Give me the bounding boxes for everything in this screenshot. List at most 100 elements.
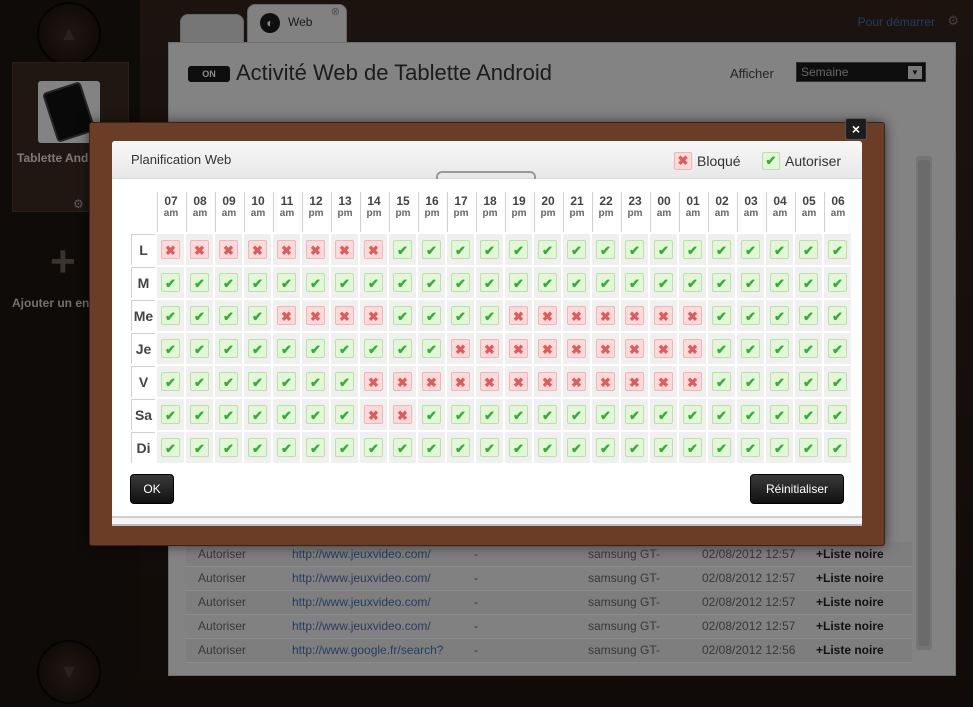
schedule-cell[interactable]: ✔ bbox=[447, 399, 474, 430]
schedule-cell[interactable]: ✔ bbox=[186, 366, 213, 397]
schedule-cell[interactable]: ✔ bbox=[795, 333, 822, 364]
schedule-cell[interactable]: ✔ bbox=[476, 399, 503, 430]
schedule-cell[interactable]: ✖ bbox=[302, 300, 329, 331]
schedule-cell[interactable]: ✔ bbox=[679, 432, 706, 463]
schedule-cell[interactable]: ✔ bbox=[679, 234, 706, 265]
schedule-cell[interactable]: ✔ bbox=[157, 300, 184, 331]
schedule-cell[interactable]: ✔ bbox=[534, 234, 561, 265]
hour-header[interactable]: 20 pm bbox=[534, 192, 561, 232]
schedule-cell[interactable]: ✖ bbox=[650, 333, 677, 364]
schedule-cell[interactable]: ✖ bbox=[505, 300, 532, 331]
schedule-cell[interactable]: ✔ bbox=[737, 234, 764, 265]
schedule-cell[interactable]: ✖ bbox=[679, 366, 706, 397]
schedule-cell[interactable]: ✔ bbox=[447, 267, 474, 298]
schedule-cell[interactable]: ✔ bbox=[766, 432, 793, 463]
hour-header[interactable]: 01 am bbox=[679, 192, 706, 232]
schedule-cell[interactable]: ✔ bbox=[766, 300, 793, 331]
schedule-cell[interactable]: ✔ bbox=[650, 234, 677, 265]
schedule-cell[interactable]: ✔ bbox=[795, 234, 822, 265]
hour-header[interactable]: 00 am bbox=[650, 192, 677, 232]
schedule-cell[interactable]: ✖ bbox=[679, 333, 706, 364]
schedule-cell[interactable]: ✖ bbox=[563, 333, 590, 364]
schedule-cell[interactable]: ✖ bbox=[650, 300, 677, 331]
schedule-cell[interactable]: ✖ bbox=[621, 366, 648, 397]
schedule-cell[interactable]: ✖ bbox=[563, 300, 590, 331]
schedule-cell[interactable]: ✔ bbox=[708, 432, 735, 463]
reset-button[interactable]: Réinitialiser bbox=[750, 474, 844, 504]
schedule-cell[interactable]: ✔ bbox=[331, 333, 358, 364]
schedule-cell[interactable]: ✔ bbox=[186, 267, 213, 298]
schedule-cell[interactable]: ✔ bbox=[737, 366, 764, 397]
hour-header[interactable]: 02 am bbox=[708, 192, 735, 232]
schedule-cell[interactable]: ✔ bbox=[418, 432, 445, 463]
schedule-cell[interactable]: ✖ bbox=[418, 366, 445, 397]
hour-header[interactable]: 08 am bbox=[186, 192, 213, 232]
schedule-cell[interactable]: ✔ bbox=[708, 267, 735, 298]
schedule-cell[interactable]: ✖ bbox=[447, 333, 474, 364]
schedule-cell[interactable]: ✔ bbox=[360, 333, 387, 364]
schedule-cell[interactable]: ✔ bbox=[186, 333, 213, 364]
hour-header[interactable]: 10 am bbox=[244, 192, 271, 232]
schedule-cell[interactable]: ✖ bbox=[360, 234, 387, 265]
schedule-cell[interactable]: ✖ bbox=[592, 333, 619, 364]
schedule-cell[interactable]: ✔ bbox=[244, 432, 271, 463]
schedule-cell[interactable]: ✔ bbox=[418, 267, 445, 298]
schedule-cell[interactable]: ✔ bbox=[737, 267, 764, 298]
schedule-cell[interactable]: ✔ bbox=[476, 432, 503, 463]
schedule-cell[interactable]: ✔ bbox=[215, 333, 242, 364]
schedule-cell[interactable]: ✔ bbox=[563, 234, 590, 265]
schedule-cell[interactable]: ✔ bbox=[766, 267, 793, 298]
schedule-cell[interactable]: ✔ bbox=[389, 333, 416, 364]
schedule-cell[interactable]: ✔ bbox=[418, 333, 445, 364]
schedule-cell[interactable]: ✔ bbox=[795, 399, 822, 430]
schedule-cell[interactable]: ✔ bbox=[186, 300, 213, 331]
schedule-cell[interactable]: ✔ bbox=[215, 399, 242, 430]
schedule-cell[interactable]: ✔ bbox=[737, 432, 764, 463]
schedule-cell[interactable]: ✔ bbox=[824, 366, 851, 397]
schedule-cell[interactable]: ✔ bbox=[708, 300, 735, 331]
schedule-cell[interactable]: ✔ bbox=[766, 366, 793, 397]
schedule-cell[interactable]: ✔ bbox=[157, 267, 184, 298]
schedule-cell[interactable]: ✔ bbox=[273, 333, 300, 364]
schedule-cell[interactable]: ✔ bbox=[795, 432, 822, 463]
hour-header[interactable]: 12 pm bbox=[302, 192, 329, 232]
schedule-cell[interactable]: ✔ bbox=[824, 432, 851, 463]
schedule-cell[interactable]: ✔ bbox=[360, 432, 387, 463]
schedule-cell[interactable]: ✔ bbox=[302, 399, 329, 430]
day-label[interactable]: Di bbox=[131, 432, 155, 463]
schedule-cell[interactable]: ✔ bbox=[650, 267, 677, 298]
schedule-cell[interactable]: ✔ bbox=[476, 234, 503, 265]
schedule-cell[interactable]: ✔ bbox=[447, 432, 474, 463]
schedule-cell[interactable]: ✔ bbox=[505, 432, 532, 463]
schedule-cell[interactable]: ✔ bbox=[273, 432, 300, 463]
schedule-cell[interactable]: ✔ bbox=[447, 300, 474, 331]
schedule-cell[interactable]: ✖ bbox=[331, 300, 358, 331]
day-label[interactable]: Sa bbox=[131, 399, 155, 430]
schedule-cell[interactable]: ✔ bbox=[302, 267, 329, 298]
schedule-cell[interactable]: ✖ bbox=[534, 300, 561, 331]
schedule-cell[interactable]: ✔ bbox=[389, 300, 416, 331]
schedule-cell[interactable]: ✖ bbox=[360, 300, 387, 331]
hour-header[interactable]: 18 pm bbox=[476, 192, 503, 232]
schedule-cell[interactable]: ✔ bbox=[679, 399, 706, 430]
schedule-cell[interactable]: ✖ bbox=[534, 333, 561, 364]
schedule-cell[interactable]: ✔ bbox=[244, 333, 271, 364]
hour-header[interactable]: 23 pm bbox=[621, 192, 648, 232]
day-label[interactable]: Je bbox=[131, 333, 155, 364]
schedule-cell[interactable]: ✔ bbox=[650, 399, 677, 430]
schedule-cell[interactable]: ✔ bbox=[505, 399, 532, 430]
schedule-cell[interactable]: ✔ bbox=[302, 432, 329, 463]
schedule-cell[interactable]: ✔ bbox=[418, 399, 445, 430]
schedule-cell[interactable]: ✔ bbox=[389, 267, 416, 298]
schedule-cell[interactable]: ✔ bbox=[331, 432, 358, 463]
hour-header[interactable]: 17 pm bbox=[447, 192, 474, 232]
schedule-cell[interactable]: ✔ bbox=[244, 366, 271, 397]
schedule-cell[interactable]: ✔ bbox=[592, 267, 619, 298]
schedule-cell[interactable]: ✔ bbox=[418, 300, 445, 331]
schedule-cell[interactable]: ✖ bbox=[360, 399, 387, 430]
schedule-cell[interactable]: ✔ bbox=[795, 300, 822, 331]
day-label[interactable]: V bbox=[131, 366, 155, 397]
schedule-cell[interactable]: ✔ bbox=[592, 399, 619, 430]
hour-header[interactable]: 16 pm bbox=[418, 192, 445, 232]
hour-header[interactable]: 09 am bbox=[215, 192, 242, 232]
